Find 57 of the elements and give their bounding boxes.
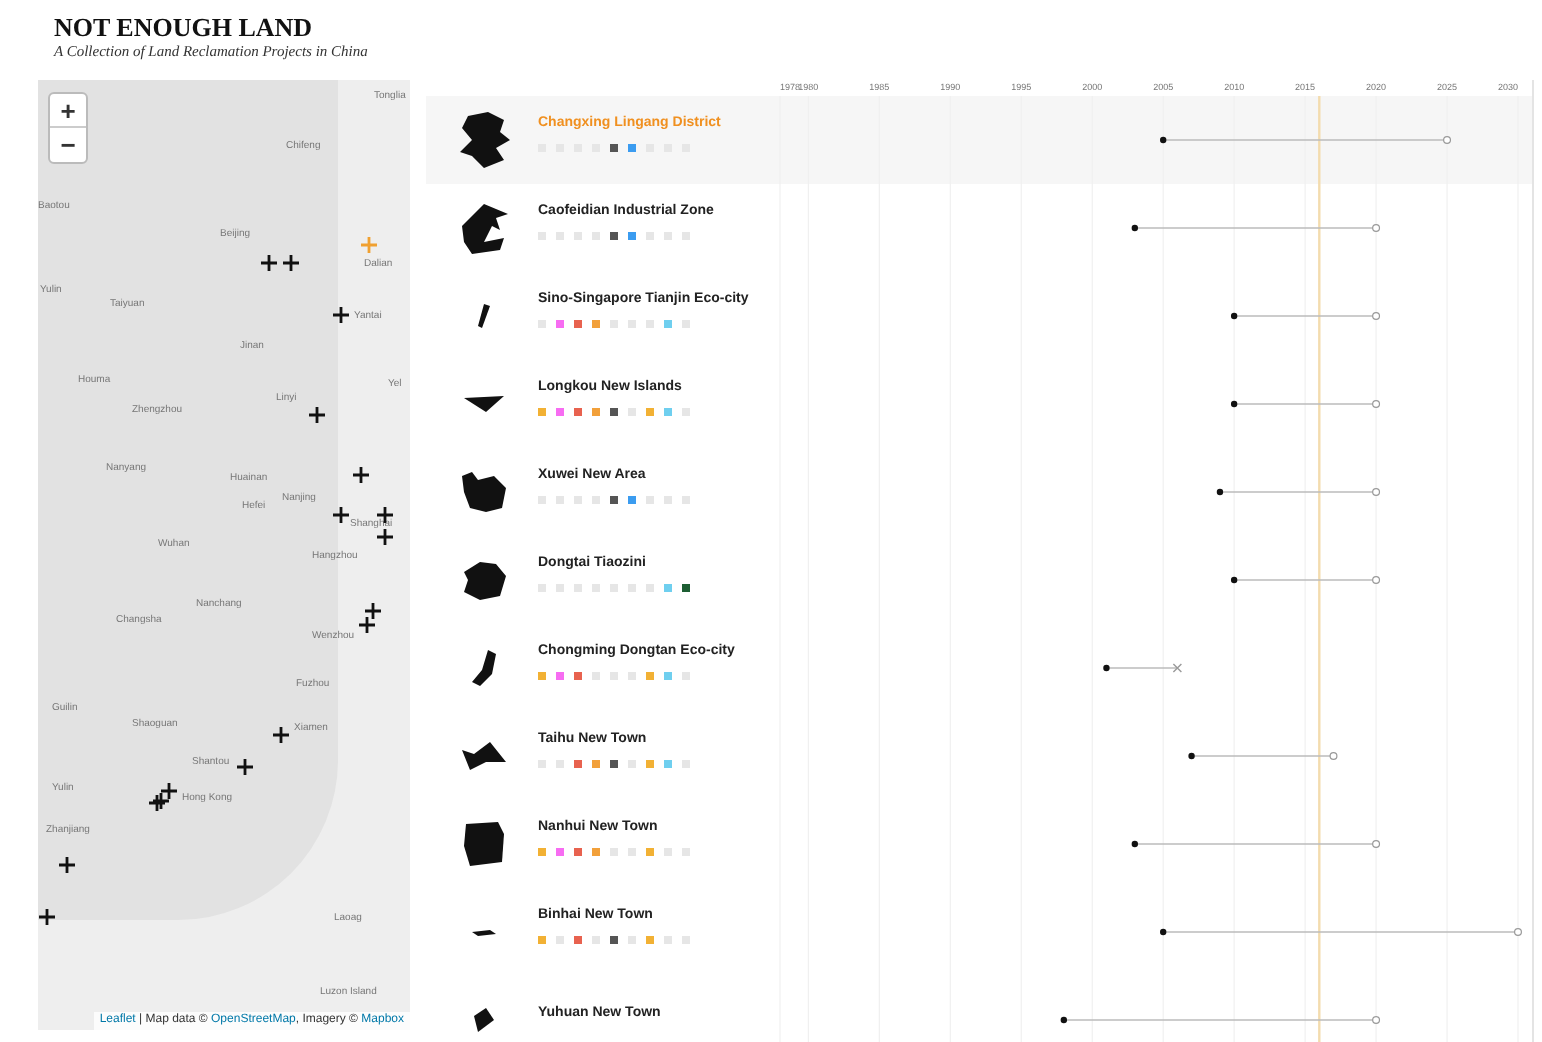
plus-marker-icon[interactable] <box>160 782 178 800</box>
land-shape-drawing <box>472 650 496 686</box>
plus-marker-icon[interactable] <box>332 506 350 524</box>
plus-marker-icon[interactable] <box>332 306 350 324</box>
start-point <box>1103 664 1110 672</box>
land-shape-drawing <box>462 472 506 512</box>
land-shape-drawing <box>478 304 490 328</box>
plus-marker-icon[interactable] <box>272 726 290 744</box>
plus-marker-icon[interactable] <box>38 908 56 926</box>
end-point <box>1372 1016 1381 1024</box>
end-point <box>1372 840 1381 848</box>
range-line <box>1105 667 1179 669</box>
range-line <box>1233 403 1377 405</box>
start-point <box>1131 224 1138 232</box>
end-point <box>1372 400 1381 408</box>
land-shape-drawing <box>464 396 504 412</box>
start-point <box>1230 312 1238 320</box>
plus-marker-icon[interactable] <box>308 406 326 424</box>
end-point <box>1372 576 1381 584</box>
plus-marker-icon[interactable] <box>282 254 300 272</box>
page-title: NOT ENOUGH LAND <box>54 14 313 42</box>
cross-end-icon <box>1172 663 1183 673</box>
start-point <box>1230 400 1238 408</box>
end-point <box>1443 136 1452 144</box>
start-point <box>1188 752 1195 760</box>
plus-marker-icon[interactable] <box>352 466 370 484</box>
plus-marker-icon[interactable] <box>148 794 166 812</box>
plus-marker-icon[interactable] <box>358 616 376 634</box>
zoom-out-button[interactable]: − <box>50 128 86 162</box>
zoom-in-button[interactable]: + <box>50 94 86 128</box>
end-point <box>1372 488 1381 496</box>
start-point <box>1216 488 1224 496</box>
land-shape-drawing <box>459 112 509 168</box>
range-line <box>1233 315 1377 317</box>
range-line <box>1233 579 1377 581</box>
plus-marker-icon[interactable] <box>152 792 170 810</box>
land-shape-drawing <box>474 1008 494 1032</box>
plus-marker-icon[interactable] <box>376 528 394 546</box>
plus-marker-icon[interactable] <box>364 602 382 620</box>
start-point <box>1160 928 1167 936</box>
land-shape-drawing <box>463 561 505 599</box>
end-point <box>1514 928 1522 936</box>
plus-marker-icon[interactable] <box>58 856 76 874</box>
end-point <box>1372 312 1381 320</box>
start-point <box>1131 840 1138 848</box>
plus-marker-icon[interactable] <box>360 236 378 254</box>
land-shape-drawing <box>464 822 504 866</box>
land-shape-drawing <box>462 742 506 770</box>
land-shape-drawing <box>461 203 507 253</box>
land-shape-drawing <box>472 929 496 935</box>
start-point <box>1160 136 1167 144</box>
plus-marker-icon[interactable] <box>260 254 278 272</box>
start-point <box>1230 576 1238 584</box>
end-point <box>1329 752 1338 760</box>
start-point <box>1060 1016 1068 1024</box>
end-point <box>1372 224 1381 232</box>
plus-marker-icon[interactable] <box>236 758 254 776</box>
